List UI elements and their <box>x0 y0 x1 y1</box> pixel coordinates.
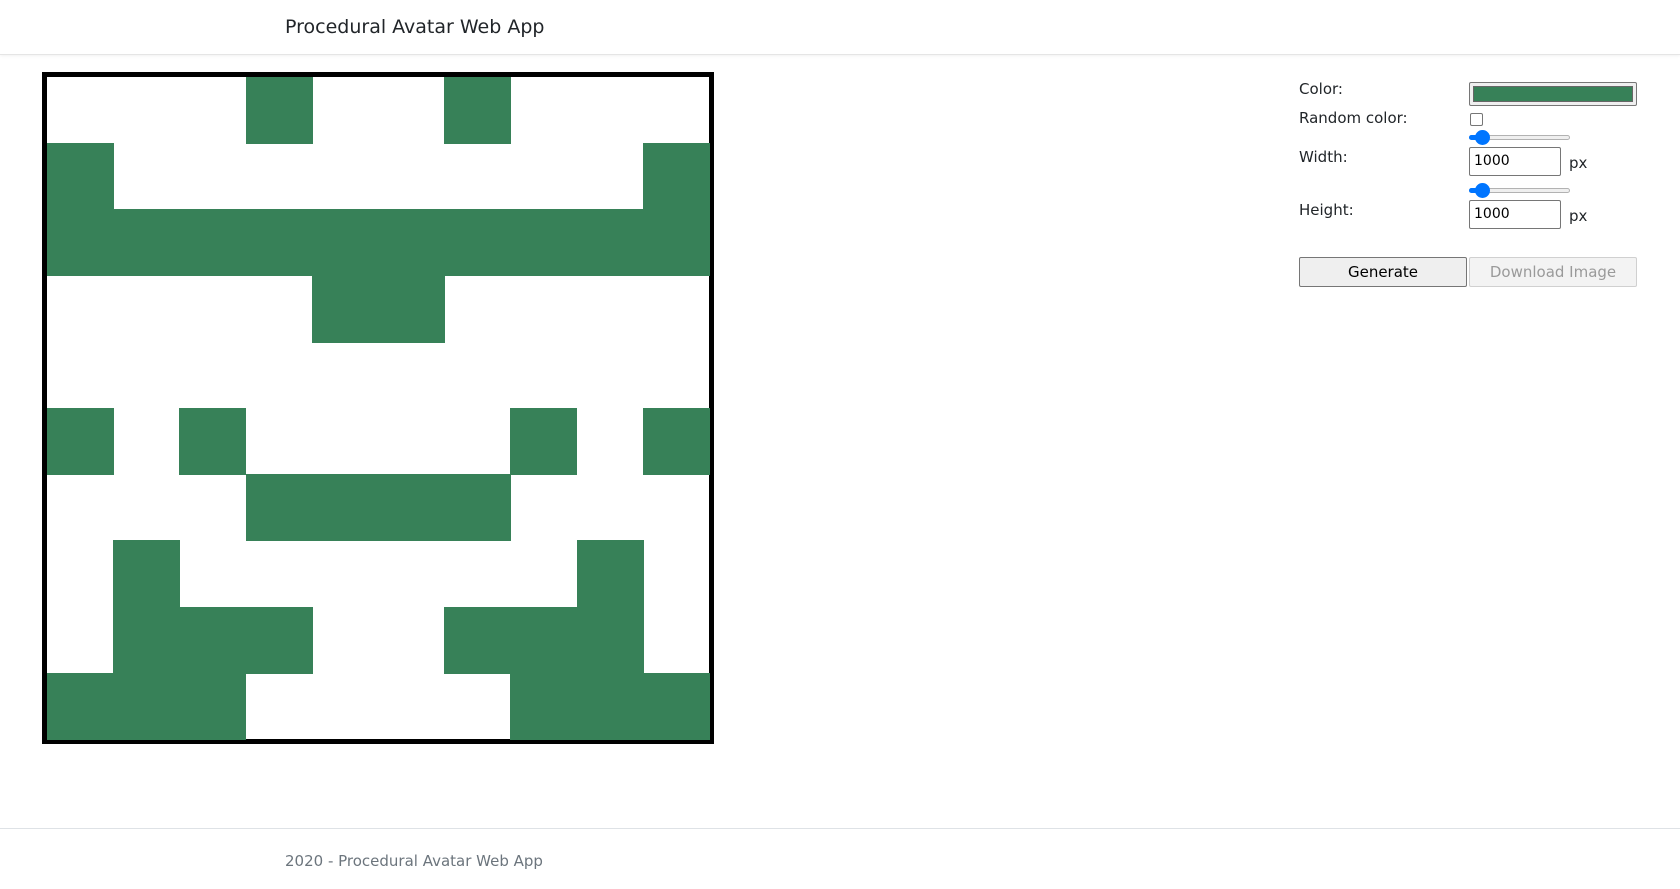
color-swatch <box>1473 86 1633 102</box>
height-slider[interactable] <box>1469 182 1570 198</box>
height-unit: px <box>1569 207 1588 225</box>
avatar-pixel <box>113 209 181 277</box>
random-color-checkbox[interactable] <box>1470 113 1483 126</box>
avatar-pixel <box>576 209 644 277</box>
avatar-pixel <box>642 672 710 740</box>
footer-text: 2020 - Procedural Avatar Web App <box>285 852 543 870</box>
avatar-pixel <box>245 77 313 144</box>
height-slider-thumb[interactable] <box>1475 183 1490 198</box>
avatar-pixel <box>444 77 512 144</box>
avatar-pixel <box>245 209 313 277</box>
avatar-pixel <box>444 606 512 674</box>
avatar-pixel <box>510 672 578 740</box>
width-label: Width: <box>1299 148 1348 166</box>
avatar-pixel <box>444 474 512 542</box>
avatar-pixel <box>510 606 578 674</box>
avatar-pixel <box>378 474 445 542</box>
avatar-pixel <box>245 606 313 674</box>
avatar-pixel <box>642 209 710 277</box>
avatar-pixel <box>113 540 181 608</box>
avatar-pixel <box>311 474 379 542</box>
navbar: Procedural Avatar Web App <box>0 0 1680 55</box>
download-image-button[interactable]: Download Image <box>1469 257 1637 287</box>
avatar-pixel <box>179 672 247 740</box>
avatar-grid <box>47 77 710 740</box>
color-picker[interactable] <box>1469 82 1637 106</box>
avatar-pixel <box>378 209 445 277</box>
avatar-pixel <box>179 606 247 674</box>
avatar-pixel <box>510 408 578 475</box>
avatar-pixel <box>510 209 578 277</box>
avatar-pixel <box>179 408 247 475</box>
width-unit: px <box>1569 154 1588 172</box>
avatar-pixel <box>576 606 644 674</box>
width-input[interactable]: 1000 <box>1469 147 1561 176</box>
avatar-pixel <box>245 474 313 542</box>
avatar-pixel <box>47 408 114 475</box>
avatar-pixel <box>576 540 644 608</box>
avatar-pixel <box>311 209 379 277</box>
color-label: Color: <box>1299 80 1343 98</box>
avatar-pixel <box>113 606 181 674</box>
footer: 2020 - Procedural Avatar Web App <box>0 828 1680 889</box>
avatar-pixel <box>311 275 379 343</box>
avatar-pixel <box>113 672 181 740</box>
generate-button[interactable]: Generate <box>1299 257 1467 287</box>
height-label: Height: <box>1299 201 1354 219</box>
width-slider[interactable] <box>1469 129 1570 145</box>
brand-link[interactable]: Procedural Avatar Web App <box>285 16 544 38</box>
avatar-pixel <box>378 275 445 343</box>
avatar-pixel <box>47 209 114 277</box>
avatar-pixel <box>444 209 512 277</box>
width-slider-thumb[interactable] <box>1475 130 1490 145</box>
height-input[interactable]: 1000 <box>1469 200 1561 229</box>
avatar-pixel <box>576 672 644 740</box>
avatar-pixel <box>642 408 710 475</box>
random-color-label: Random color: <box>1299 109 1408 127</box>
avatar-pixel <box>642 143 710 211</box>
avatar-pixel <box>47 143 114 211</box>
avatar-pixel <box>47 672 114 740</box>
avatar-canvas <box>42 72 714 744</box>
avatar-pixel <box>179 209 247 277</box>
